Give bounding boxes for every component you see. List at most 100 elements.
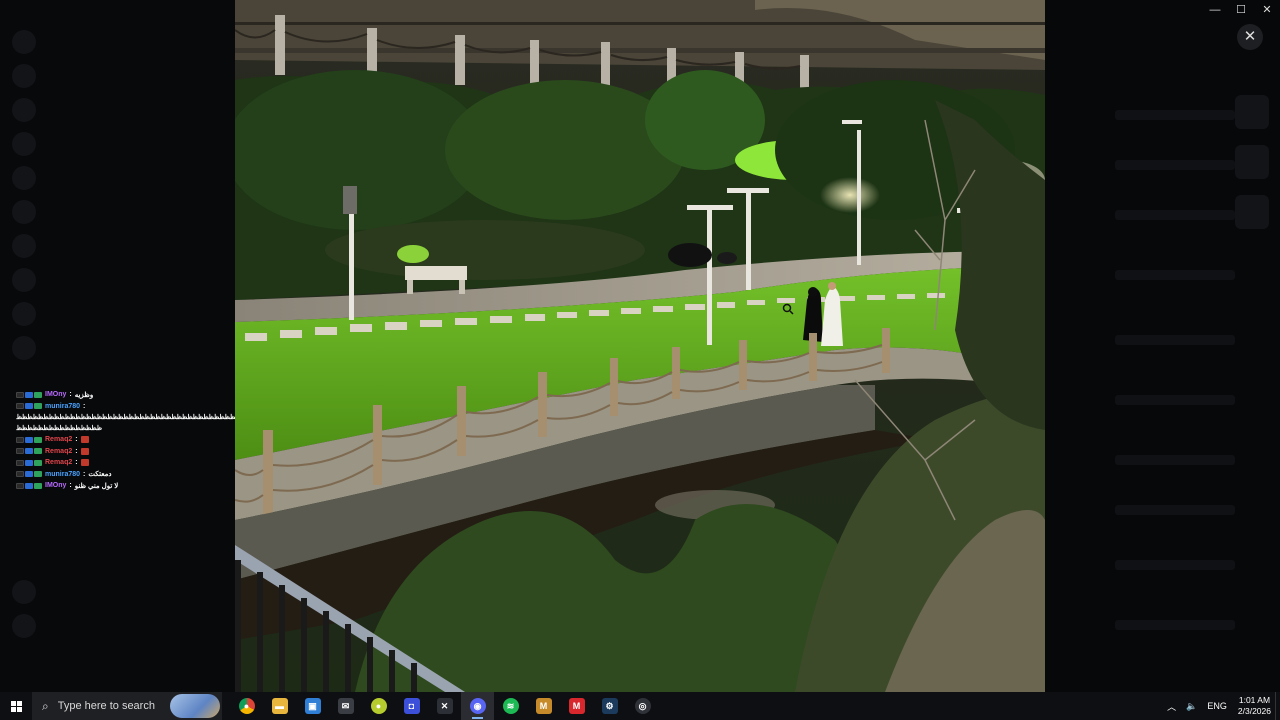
taskbar-pinned-apps: ● ▬ ▣ ✉ ● ◘ ✕ ◉ ≋ M M ⚙ ◎ <box>230 692 659 720</box>
badge-icon <box>25 391 33 398</box>
member-placeholder <box>1115 455 1235 465</box>
chat-message-continuation: ظظظظظظظظظظظظظظظظ <box>16 425 102 432</box>
taskbar-app-gmail-like-app[interactable]: M <box>527 692 560 720</box>
taskbar-app-obs-like[interactable]: ◎ <box>626 692 659 720</box>
chat-line: Remaq2: <box>16 457 236 469</box>
stream-chat-overlay: IMOny: وظزيه munira780: ظظظظظظظظظظظظظظظظظ… <box>16 389 241 492</box>
chat-emote-icon <box>80 447 89 455</box>
discord-icon: ◉ <box>469 698 486 714</box>
chat-separator: : <box>75 436 78 444</box>
chat-line: munira780: دمعتكت <box>16 469 236 481</box>
member-placeholder <box>1115 620 1235 630</box>
server-icon <box>12 64 36 88</box>
badge-icon <box>25 482 33 489</box>
minimize-button[interactable]: — <box>1202 0 1228 20</box>
chat-separator: : <box>69 391 72 399</box>
store-icon: ▣ <box>304 698 321 714</box>
xbox-icon: ✕ <box>436 698 453 714</box>
taskbar-app-steam[interactable]: ⚙ <box>593 692 626 720</box>
member-placeholder <box>1115 560 1235 570</box>
desktop-area: IMOny: وظزيه munira780: ظظظظظظظظظظظظظظظظظ… <box>0 0 1280 692</box>
badge-icon <box>25 471 33 478</box>
member-placeholder <box>1115 160 1235 170</box>
badge-icon <box>16 436 24 443</box>
chat-badges <box>16 391 42 398</box>
server-icon <box>12 166 36 190</box>
avatar <box>1235 195 1269 229</box>
steam-icon: ⚙ <box>601 698 618 714</box>
close-window-button[interactable]: ✕ <box>1254 0 1280 20</box>
server-icon <box>12 30 36 54</box>
chat-line: Remaq2: <box>16 446 236 458</box>
taskbar-search-box[interactable]: ⌕ Type here to search <box>32 692 222 720</box>
member-placeholder <box>1115 270 1235 280</box>
taskbar-app-store[interactable]: ▣ <box>296 692 329 720</box>
show-desktop-button[interactable] <box>1275 692 1280 720</box>
badge-icon <box>34 391 42 398</box>
chat-line: Remaq2: <box>16 434 236 446</box>
taskbar-app-tennis-ball-app[interactable]: ● <box>362 692 395 720</box>
taskbar-app-file-explorer[interactable]: ▬ <box>263 692 296 720</box>
chat-message-continuation: ظظظظظظظظظظظظظظظظظظظظظظظظظظظظظظظظظظظظظظظظ… <box>16 414 241 421</box>
server-icon <box>12 302 36 326</box>
taskbar-app-mail[interactable]: ✉ <box>329 692 362 720</box>
spotify-icon: ≋ <box>502 698 519 714</box>
language-indicator[interactable]: ENG <box>1207 701 1227 711</box>
chat-separator: : <box>75 447 78 455</box>
chat-username: IMOny <box>45 391 67 399</box>
clock-date: 2/3/2026 <box>1237 706 1271 716</box>
taskbar-app-discord[interactable]: ◉ <box>461 692 494 720</box>
chat-separator: : <box>69 482 72 490</box>
avatar <box>1235 95 1269 129</box>
member-placeholder <box>1115 335 1235 345</box>
gmail-like-app-icon: M <box>535 698 552 714</box>
badge-icon <box>16 448 24 455</box>
taskbar: ⌕ Type here to search ● ▬ ▣ ✉ ● ◘ ✕ ◉ ≋ M M ⚙ ◎ ︿ 🔈 … <box>0 692 1280 720</box>
maximize-button[interactable]: ☐ <box>1228 0 1254 20</box>
chat-message: دمعتكت <box>88 471 112 479</box>
obs-like-icon: ◎ <box>634 698 651 714</box>
chat-badges <box>16 448 42 455</box>
badge-icon <box>16 482 24 489</box>
chat-line: IMOny: وظزيه <box>16 389 236 401</box>
viewer-close-button[interactable]: ✕ <box>1237 24 1263 50</box>
volume-icon[interactable]: 🔈 <box>1186 701 1197 712</box>
chat-emote-icon <box>80 459 89 467</box>
chat-username: Remaq2 <box>45 459 73 467</box>
system-tray: ︿ 🔈 ENG 1:01 AM 2/3/2026 <box>1162 692 1280 720</box>
taskbar-app-xbox[interactable]: ✕ <box>428 692 461 720</box>
chat-separator: : <box>83 470 86 478</box>
window-controls: — ☐ ✕ <box>1202 0 1280 20</box>
server-icon <box>12 336 36 360</box>
chat-username: Remaq2 <box>45 436 73 444</box>
taskbar-app-spotify[interactable]: ≋ <box>494 692 527 720</box>
chat-username: IMOny <box>45 482 67 490</box>
chat-badges <box>16 482 42 489</box>
server-icon <box>12 580 36 604</box>
chat-emote-icon <box>80 436 89 444</box>
taskbar-app-blue-square-app[interactable]: ◘ <box>395 692 428 720</box>
badge-icon <box>34 482 42 489</box>
blue-square-app-icon: ◘ <box>403 698 420 714</box>
badge-icon <box>25 403 33 410</box>
start-button[interactable] <box>0 692 32 720</box>
tray-overflow-chevron-icon[interactable]: ︿ <box>1167 700 1176 713</box>
badge-icon <box>16 391 24 398</box>
badge-icon <box>34 436 42 443</box>
clock[interactable]: 1:01 AM 2/3/2026 <box>1238 695 1271 717</box>
park-photo <box>235 0 1045 692</box>
image-viewer[interactable] <box>235 0 1045 692</box>
taskbar-app-mega[interactable]: M <box>560 692 593 720</box>
badge-icon <box>34 471 42 478</box>
taskbar-app-chrome[interactable]: ● <box>230 692 263 720</box>
mail-icon: ✉ <box>337 698 354 714</box>
chat-line: IMOny: لا تول مني ظنو <box>16 480 236 492</box>
server-icon <box>12 132 36 156</box>
background-app-member-list <box>1045 0 1280 692</box>
server-icon <box>12 98 36 122</box>
badge-icon <box>25 459 33 466</box>
search-placeholder: Type here to search <box>57 700 155 712</box>
chat-badges <box>16 471 42 478</box>
badge-icon <box>25 448 33 455</box>
search-highlight-image <box>170 694 220 718</box>
